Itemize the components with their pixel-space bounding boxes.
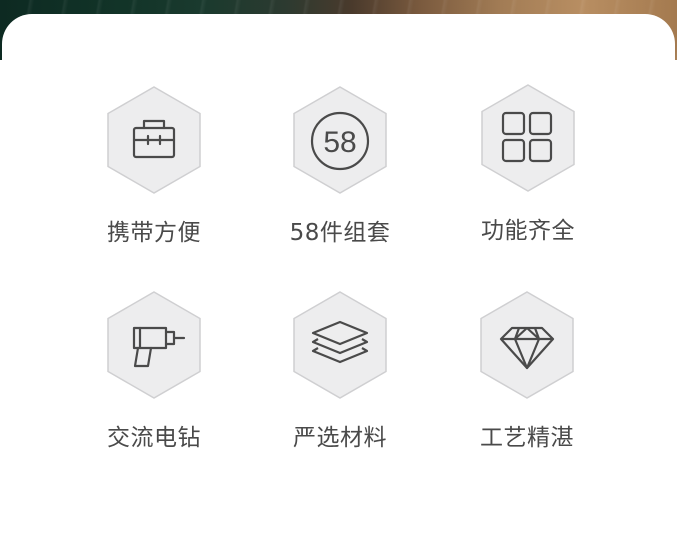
drill-icon [107, 291, 201, 399]
feature-label: 工艺精湛 [480, 425, 574, 451]
feature-label: 交流电钻 [107, 425, 201, 451]
feature-58-piece-set: 58 58件组套 [280, 86, 400, 245]
diamond-icon [480, 291, 574, 399]
feature-selected-materials: 严选材料 [280, 291, 400, 450]
number-58-icon: 58 [293, 86, 387, 194]
feature-full-function: 功能齐全 [468, 84, 588, 243]
feature-fine-craft: 工艺精湛 [467, 291, 587, 450]
feature-label: 严选材料 [293, 425, 387, 451]
feature-ac-drill: 交流电钻 [94, 291, 214, 450]
feature-portable: 携带方便 [94, 86, 214, 245]
feature-label: 58件组套 [289, 220, 391, 246]
grid-icon [481, 84, 575, 192]
feature-label: 携带方便 [107, 220, 201, 246]
layers-icon [293, 291, 387, 399]
toolbox-icon [107, 86, 201, 194]
feature-label: 功能齐全 [481, 218, 575, 244]
feature-grid: 携带方便 58 58件组套 功能齐全 交流电钻 严选材料 工艺精湛 [0, 0, 677, 523]
icon-58-text: 58 [323, 126, 356, 159]
